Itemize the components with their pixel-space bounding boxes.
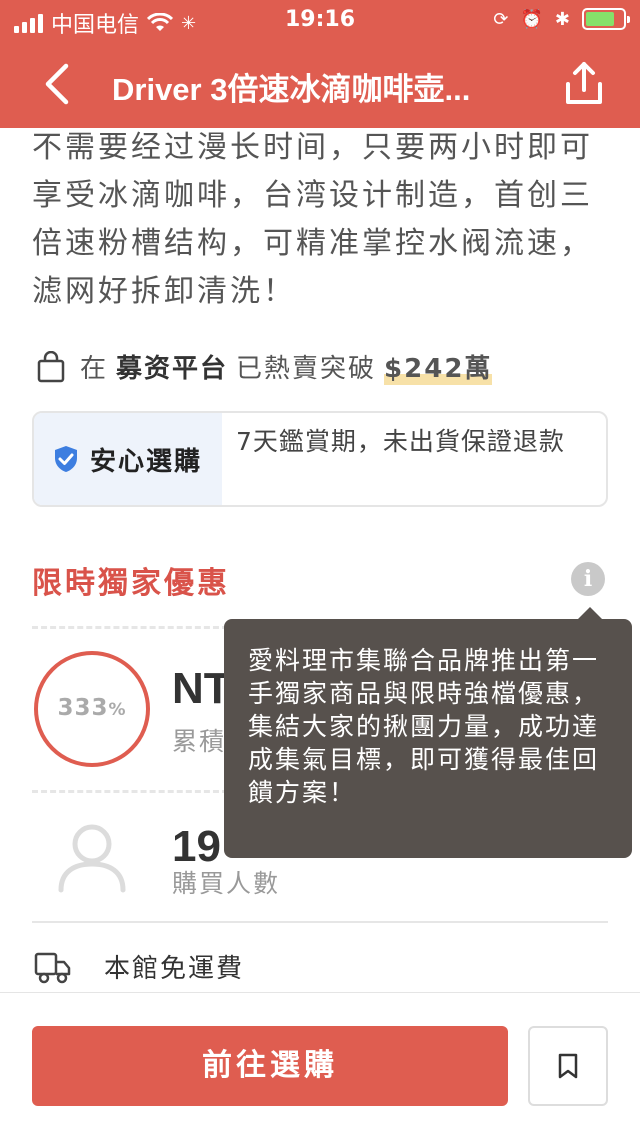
- buyers-label: 購買人數: [172, 869, 281, 898]
- progress-ring: 333%: [34, 651, 150, 767]
- buy-button[interactable]: 前往選購: [32, 1026, 508, 1106]
- alarm-icon: ⏰: [520, 8, 543, 30]
- raised-amount-label: 累積: [172, 727, 227, 756]
- nav-bar: Driver 3倍速冰滴咖啡壶...: [0, 40, 640, 128]
- bottom-action-bar: 前往選購: [0, 992, 640, 1136]
- shopping-bag-icon: [37, 350, 65, 382]
- product-description: 不需要经过漫长时间，只要两小时即可享受冰滴咖啡，台湾设计制造，首创三倍速粉槽结构…: [32, 130, 593, 309]
- bookmark-button[interactable]: [528, 1026, 608, 1106]
- guarantee-label: 安心選購: [90, 446, 203, 477]
- platform-name: 募资平台: [116, 354, 229, 384]
- progress-percent-sign: %: [108, 700, 127, 720]
- status-bar: 中国电信 ✳ 19:16 ⟳ ⏰ ✱: [0, 0, 640, 40]
- info-icon[interactable]: i: [571, 562, 605, 596]
- shipping-info: 本館免運費: [34, 948, 244, 985]
- raised-amount: NT: [172, 664, 231, 713]
- guarantee-label-box: 安心選購: [34, 413, 222, 505]
- bluetooth-icon: ✱: [554, 8, 570, 30]
- sales-amount: $242萬: [384, 348, 493, 385]
- share-icon[interactable]: [562, 60, 606, 108]
- bookmark-icon: [558, 1053, 578, 1079]
- guarantee-text: 7天鑑賞期，未出貨保證退款: [236, 427, 565, 456]
- progress-percent: 333: [57, 695, 109, 721]
- battery-icon: [582, 8, 630, 30]
- status-icons: ⟳ ⏰ ✱: [493, 8, 630, 30]
- chevron-left-icon[interactable]: [36, 60, 80, 108]
- promo-title: 限時獨家優惠: [32, 566, 230, 601]
- shipping-label: 本館免運費: [104, 954, 245, 984]
- divider: [32, 921, 608, 923]
- promo-tooltip: 愛料理市集聯合品牌推出第一手獨家商品與限時強檔優惠，集結大家的揪團力量，成功達成…: [224, 607, 632, 858]
- user-icon: [58, 824, 126, 893]
- sales-record: 在 募资平台 已熱賣突破 $242萬: [36, 348, 493, 385]
- rotation-lock-icon: ⟳: [493, 8, 509, 30]
- sales-prefix: 在: [80, 354, 109, 384]
- sales-middle: 已熱賣突破: [236, 354, 377, 384]
- page-title: Driver 3倍速冰滴咖啡壶...: [112, 72, 471, 107]
- product-page: 中国电信 ✳ 19:16 ⟳ ⏰ ✱ Driver 3倍速冰滴咖啡壶... 不需…: [0, 0, 640, 1136]
- truck-icon: [34, 952, 71, 983]
- header: 中国电信 ✳ 19:16 ⟳ ⏰ ✱ Driver 3倍速冰滴咖啡壶...: [0, 0, 640, 128]
- guarantee-box: 安心選購 7天鑑賞期，未出貨保證退款: [32, 411, 608, 507]
- shield-check-icon: [55, 446, 77, 472]
